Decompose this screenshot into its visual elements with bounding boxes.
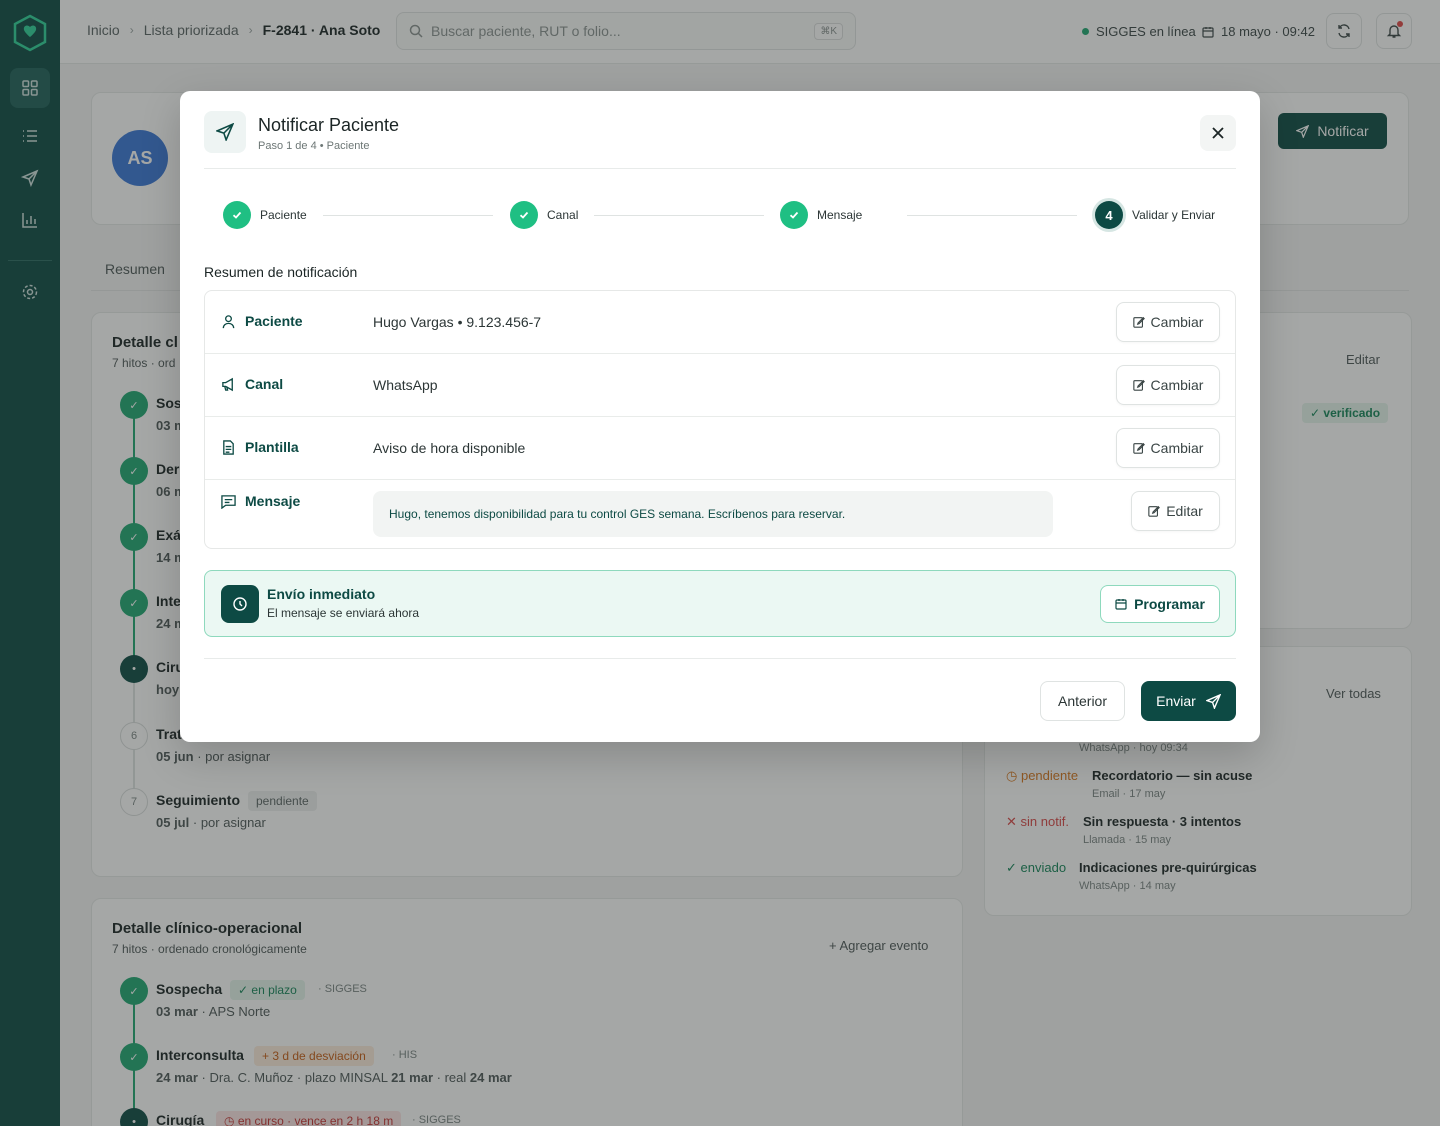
- step-label: Canal: [547, 208, 579, 222]
- send-icon: [204, 111, 246, 153]
- megaphone-icon: [222, 377, 233, 391]
- immediate-send-desc: El mensaje se enviará ahora: [267, 606, 420, 620]
- send-button[interactable]: Enviar: [1141, 681, 1236, 721]
- message-preview: Hugo, tenemos disponibilidad para tu con…: [373, 491, 1053, 537]
- check-icon: [223, 201, 251, 229]
- step-connector: [323, 215, 493, 216]
- row-label: Canal: [221, 376, 283, 392]
- check-icon: [780, 201, 808, 229]
- row-label-text: Canal: [245, 376, 284, 392]
- summary-row-template: Plantilla Aviso de hora disponible Cambi…: [205, 417, 1235, 479]
- patient-value: Hugo Vargas • 9.123.456-7: [373, 314, 542, 330]
- immediate-send-panel: Envío inmediato El mensaje se enviará ah…: [204, 570, 1236, 637]
- edit-message-label: Editar: [1166, 503, 1203, 519]
- user-icon: [222, 314, 235, 328]
- close-icon: [1212, 127, 1224, 139]
- summary-row-message: Mensaje Hugo, tenemos disponibilidad par…: [205, 480, 1235, 548]
- step-label: Mensaje: [817, 208, 863, 222]
- footer-divider: [204, 658, 1236, 659]
- change-channel-label: Cambiar: [1150, 377, 1204, 393]
- channel-value: WhatsApp: [373, 377, 438, 393]
- row-label: Plantilla: [221, 439, 299, 455]
- step-connector: [594, 215, 764, 216]
- edit-icon: [1148, 505, 1161, 517]
- row-label-text: Mensaje: [245, 493, 301, 509]
- change-channel-button[interactable]: Cambiar: [1116, 365, 1220, 405]
- step-connector: [907, 215, 1077, 216]
- close-button[interactable]: [1200, 115, 1236, 151]
- step-label: Paciente: [260, 208, 307, 222]
- edit-icon: [1132, 379, 1145, 391]
- step-validate[interactable]: 4 Validar y Enviar: [1095, 201, 1215, 229]
- document-icon: [223, 439, 234, 455]
- calendar-icon: [1115, 599, 1127, 610]
- modal-subtitle: Paso 1 de 4 • Paciente: [258, 140, 370, 152]
- modal-title: Notificar Paciente: [258, 115, 400, 135]
- send-icon: [1205, 693, 1221, 709]
- row-label: Mensaje: [221, 493, 300, 509]
- row-label: Paciente: [221, 313, 303, 329]
- edit-message-button[interactable]: Editar: [1131, 491, 1220, 531]
- schedule-button[interactable]: Programar: [1100, 585, 1220, 623]
- change-patient-button[interactable]: Cambiar: [1116, 302, 1220, 342]
- change-template-label: Cambiar: [1150, 440, 1204, 456]
- message-icon: [221, 494, 236, 509]
- step-label: Validar y Enviar: [1132, 208, 1216, 222]
- template-value: Aviso de hora disponible: [373, 440, 526, 456]
- edit-icon: [1132, 316, 1145, 328]
- summary-row-channel: Canal WhatsApp Cambiar: [205, 354, 1235, 416]
- previous-button[interactable]: Anterior: [1040, 681, 1125, 721]
- clock-icon: [221, 585, 259, 623]
- change-patient-label: Cambiar: [1150, 314, 1204, 330]
- row-label-text: Paciente: [245, 313, 303, 329]
- summary-title: Resumen de notificación: [204, 264, 358, 280]
- immediate-send-title: Envío inmediato: [267, 586, 376, 602]
- step-patient[interactable]: Paciente: [223, 201, 307, 229]
- change-template-button[interactable]: Cambiar: [1116, 428, 1220, 468]
- step-message[interactable]: Mensaje: [780, 201, 862, 229]
- send-label: Enviar: [1156, 693, 1196, 709]
- check-icon: [510, 201, 538, 229]
- summary-row-patient: Paciente Hugo Vargas • 9.123.456-7 Cambi…: [205, 291, 1235, 353]
- schedule-label: Programar: [1134, 596, 1205, 612]
- edit-icon: [1132, 442, 1145, 454]
- step-number: 4: [1095, 201, 1123, 229]
- step-channel[interactable]: Canal: [510, 201, 578, 229]
- row-label-text: Plantilla: [245, 439, 299, 455]
- header-divider: [204, 168, 1236, 169]
- notify-patient-modal: Notificar Paciente Paso 1 de 4 • Pacient…: [180, 91, 1260, 742]
- summary-table: Paciente Hugo Vargas • 9.123.456-7 Cambi…: [204, 290, 1236, 549]
